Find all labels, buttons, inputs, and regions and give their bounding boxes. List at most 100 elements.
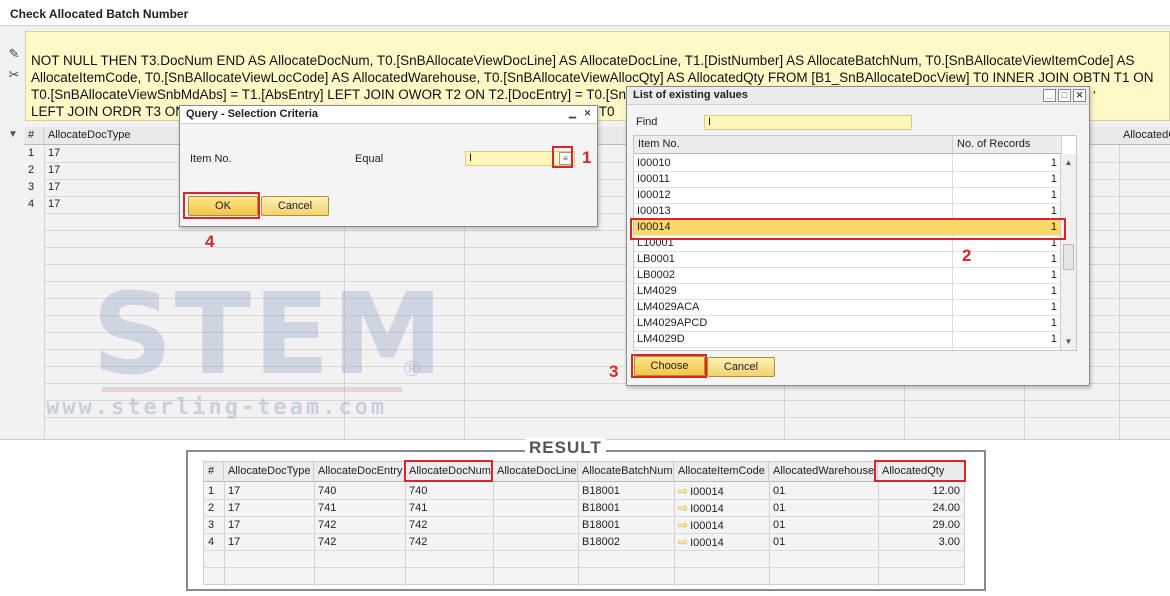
list-item[interactable]: LB0001 1 <box>634 252 1061 268</box>
list-item[interactable]: I00011 1 <box>634 172 1061 188</box>
res-warehouse: 01 <box>773 485 786 497</box>
cancel-button[interactable]: Cancel <box>261 196 329 216</box>
list-item[interactable]: I00012 1 <box>634 188 1061 204</box>
collapse-triangle-icon[interactable]: ▼ <box>8 129 18 140</box>
res-batch: B18001 <box>582 519 620 531</box>
close-icon[interactable]: ✕ <box>1073 89 1086 102</box>
link-arrow-icon[interactable]: ⇨ <box>678 535 688 549</box>
minimize-icon[interactable]: _ <box>1043 89 1056 102</box>
res-qty: 24.00 <box>932 502 960 514</box>
col-item-no[interactable]: Item No. <box>634 136 953 154</box>
cancel-button[interactable]: Cancel <box>707 357 775 377</box>
operator-label: Equal <box>355 153 384 165</box>
list-item[interactable]: LM4029APCD 1 <box>634 316 1061 332</box>
res-qty: 12.00 <box>932 485 960 497</box>
highlight-qty-header <box>874 460 966 482</box>
highlight-choose-button <box>631 354 707 378</box>
window-title: Check Allocated Batch Number <box>0 0 1170 26</box>
cell-doctype: 17 <box>48 198 61 210</box>
link-arrow-icon[interactable]: ⇨ <box>678 501 688 515</box>
scroll-thumb[interactable] <box>1063 244 1074 270</box>
grid-col-allocated[interactable]: AllocatedC <box>1119 127 1170 145</box>
cell-doctype: 17 <box>48 147 61 159</box>
list-item-count: 1 <box>1050 333 1057 345</box>
scroll-up-icon[interactable]: ▲ <box>1062 156 1075 169</box>
row-number: 4 <box>28 198 35 210</box>
res-doctype: 17 <box>228 519 241 531</box>
dialog-title-bar: List of existing values _ □ ✕ <box>627 87 1089 105</box>
res-warehouse: 01 <box>773 519 786 531</box>
list-item-code: I00013 <box>637 205 671 217</box>
list-item-code: I00010 <box>637 157 671 169</box>
find-input[interactable]: I <box>704 115 912 130</box>
highlight-list-picker <box>552 146 573 168</box>
pencil-icon[interactable]: ✎ <box>7 47 21 61</box>
res-docentry: 742 <box>318 519 337 531</box>
list-item[interactable]: I00010 1 <box>634 156 1061 172</box>
result-title: RESULT <box>525 438 606 458</box>
res-batch: B18001 <box>582 502 620 514</box>
res-row-num: 4 <box>208 536 215 548</box>
res-row-num: 1 <box>208 485 215 497</box>
grid-col-num[interactable]: # <box>24 127 44 145</box>
list-item-count: 1 <box>1050 205 1057 217</box>
col-no-of-records[interactable]: No. of Records <box>953 136 1062 154</box>
res-docentry: 740 <box>318 485 337 497</box>
res-batch: B18001 <box>582 485 620 497</box>
res-itemcode[interactable]: ⇨ I00014 <box>674 533 728 550</box>
res-docline <box>493 517 501 534</box>
query-tail: ' <box>1093 88 1096 103</box>
res-docnum: 741 <box>409 502 428 514</box>
list-item[interactable]: LM4029 1 <box>634 284 1061 300</box>
list-item-code: LM4029 <box>637 285 677 297</box>
res-col-batchnum[interactable]: AllocateBatchNum <box>578 462 674 482</box>
res-qty: 29.00 <box>932 519 960 531</box>
list-item[interactable]: LM4029D 1 <box>634 332 1061 348</box>
res-itemcode-text: I00014 <box>690 486 724 498</box>
res-docnum: 740 <box>409 485 428 497</box>
res-row-num: 2 <box>208 502 215 514</box>
list-item-count: 1 <box>1050 301 1057 313</box>
list-scrollbar[interactable]: ▲ ▼ <box>1060 154 1076 350</box>
row-number: 3 <box>28 181 35 193</box>
list-item-code: LB0001 <box>637 253 675 265</box>
res-docnum: 742 <box>409 536 428 548</box>
res-docentry: 742 <box>318 536 337 548</box>
link-arrow-icon[interactable]: ⇨ <box>678 484 688 498</box>
res-doctype: 17 <box>228 536 241 548</box>
list-item-count: 1 <box>1050 157 1057 169</box>
res-itemcode[interactable]: ⇨ I00014 <box>674 499 728 516</box>
res-col-warehouse[interactable]: AllocatedWarehouse <box>769 462 878 482</box>
maximize-icon[interactable]: □ <box>1058 89 1071 102</box>
watermark-logo: STEM <box>92 270 446 400</box>
close-icon[interactable]: ✕ <box>581 108 594 121</box>
res-qty: 3.00 <box>938 536 960 548</box>
row-number: 2 <box>28 164 35 176</box>
res-col-itemcode[interactable]: AllocateItemCode <box>674 462 769 482</box>
list-item-code: LM4029ACA <box>637 301 700 313</box>
list-item-count: 1 <box>1050 189 1057 201</box>
res-itemcode-text: I00014 <box>690 503 724 515</box>
minimize-icon[interactable]: ▁ <box>566 108 579 121</box>
res-col-docentry[interactable]: AllocateDocEntry <box>314 462 405 482</box>
scroll-down-icon[interactable]: ▼ <box>1062 335 1075 348</box>
list-item-code: LM4029D <box>637 333 685 345</box>
link-arrow-icon[interactable]: ⇨ <box>678 518 688 532</box>
res-itemcode[interactable]: ⇨ I00014 <box>674 482 728 499</box>
res-docline <box>493 534 501 551</box>
scissors-icon[interactable]: ✂ <box>7 68 21 82</box>
list-item[interactable]: LM4029ACA 1 <box>634 300 1061 316</box>
res-itemcode-text: I00014 <box>690 537 724 549</box>
step-2-label: 2 <box>962 246 972 265</box>
res-col-docline[interactable]: AllocateDocLine <box>493 462 578 482</box>
res-col-num[interactable]: # <box>204 462 224 482</box>
list-item[interactable]: LB0002 1 <box>634 268 1061 284</box>
list-item-count: 1 <box>1050 173 1057 185</box>
res-itemcode-text: I00014 <box>690 520 724 532</box>
dialog-title: List of existing values <box>633 89 748 101</box>
res-itemcode[interactable]: ⇨ I00014 <box>674 516 728 533</box>
highlight-selected-row <box>630 218 1066 240</box>
watermark-registered: ® <box>404 356 421 381</box>
res-col-doctype[interactable]: AllocateDocType <box>224 462 314 482</box>
res-docentry: 741 <box>318 502 337 514</box>
